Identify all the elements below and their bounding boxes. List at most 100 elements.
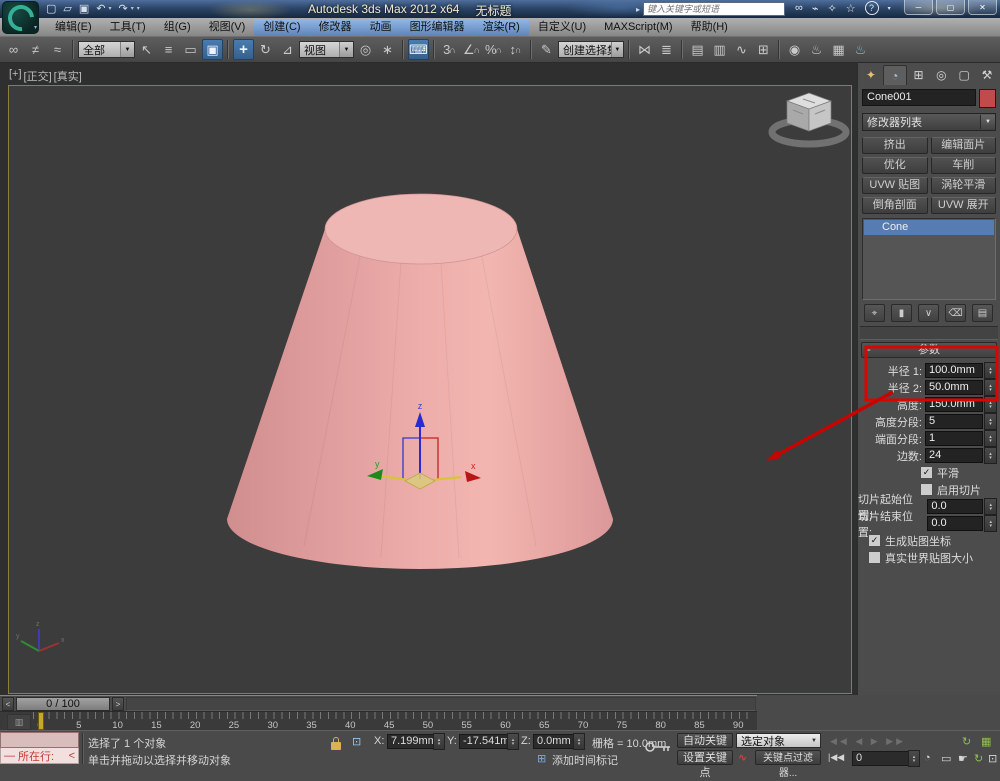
param-field[interactable]: 24 (925, 448, 983, 463)
menu-item[interactable]: 图形编辑器 (401, 19, 474, 36)
show-end-result-icon[interactable]: ▮ (891, 304, 912, 322)
angle-snap-toggle-icon[interactable]: ∠∩ (461, 39, 482, 60)
viewport-general-menu[interactable]: [+] (9, 68, 22, 84)
selection-lock-icon[interactable] (331, 742, 341, 750)
menu-item[interactable]: 动画 (361, 19, 401, 36)
y-spinner[interactable]: ▴▾ (507, 733, 519, 750)
menu-item[interactable]: 编辑(E) (46, 19, 101, 36)
menu-item[interactable]: 创建(C) (254, 19, 309, 36)
keyboard-shortcut-key-icon[interactable] (644, 740, 672, 754)
communication-center-icon[interactable]: ✧ (827, 2, 836, 15)
key-filters-button[interactable]: 关键点过滤器... (755, 750, 821, 765)
minimize-button[interactable]: ─ (904, 0, 933, 15)
param-spinner[interactable]: ▴▾ (984, 430, 997, 447)
toolbar-options-icon[interactable]: ▾ (137, 5, 140, 12)
z-coord-field[interactable]: 0.0mm (533, 734, 575, 749)
time-configuration-icon[interactable]: ◔ (924, 752, 931, 764)
rectangular-selection-region-icon[interactable]: ▭ (180, 39, 201, 60)
subscription-icon[interactable]: ⌁ (812, 2, 819, 15)
selection-filter-dropdown[interactable]: 全部 ▼ (78, 41, 135, 58)
collapse-icon[interactable]: - (867, 343, 871, 357)
help-icon[interactable]: ? (865, 1, 879, 15)
y-coord-field[interactable]: -17.541mm (459, 734, 509, 749)
parameters-rollout-header[interactable]: - 参数 (861, 342, 997, 358)
auto-key-button[interactable]: 自动关键点 (677, 733, 733, 748)
param-spinner[interactable]: ▴▾ (984, 379, 997, 396)
listener-white-pane[interactable]: — 所在行: < (0, 748, 79, 764)
modifier-shortcut-button[interactable]: 车削 (931, 157, 997, 174)
select-by-name-icon[interactable]: ≡ (158, 39, 179, 60)
set-keys-icon[interactable]: ∿ (738, 751, 747, 764)
param-field[interactable]: 100.0mm (925, 363, 983, 378)
menu-item[interactable]: 自定义(U) (529, 19, 595, 36)
select-and-rotate-icon[interactable]: ↻ (255, 39, 276, 60)
close-button[interactable]: ✕ (968, 0, 997, 15)
modifier-shortcut-button[interactable]: 挤出 (862, 137, 928, 154)
maxscript-mini-listener[interactable]: — 所在行: < (0, 732, 79, 766)
remove-modifier-icon[interactable]: ⌫ (945, 304, 966, 322)
absolute-mode-icon[interactable]: ⊡ (352, 735, 361, 748)
param-field[interactable]: 50.0mm (925, 380, 983, 395)
modifier-shortcut-button[interactable]: UVW 贴图 (862, 177, 928, 194)
checkbox[interactable]: ✓ (920, 466, 933, 479)
align-icon[interactable]: ≣ (656, 39, 677, 60)
param-spinner[interactable]: ▴▾ (984, 413, 997, 430)
param-field[interactable]: 0.0 (927, 499, 983, 514)
z-spinner[interactable]: ▴▾ (573, 733, 585, 750)
configure-modifier-sets-icon[interactable]: ▤ (972, 304, 993, 322)
modifier-shortcut-button[interactable]: 倒角剖面 (862, 197, 928, 214)
param-spinner[interactable]: ▴▾ (984, 362, 997, 379)
select-and-link-icon[interactable]: ∞ (3, 39, 24, 60)
tab-modify-icon[interactable]: ◔ (883, 65, 907, 85)
checkbox[interactable] (868, 551, 881, 564)
curve-editor-icon[interactable]: ∿ (731, 39, 752, 60)
search-input[interactable] (643, 2, 785, 16)
tab-utilities-icon[interactable]: ⚒ (976, 65, 998, 85)
modifier-shortcut-button[interactable]: 编辑面片 (931, 137, 997, 154)
modifier-stack[interactable]: Cone (862, 218, 996, 300)
favorites-star-icon[interactable]: ☆ (846, 2, 856, 15)
set-key-button[interactable]: 设置关键点 (677, 750, 733, 765)
menu-item[interactable]: 视图(V) (200, 19, 255, 36)
pan-hand-icon[interactable]: ☛ (958, 752, 968, 765)
zoom-extents-icon[interactable]: ↻ (962, 735, 971, 748)
rendered-frame-window-icon[interactable]: ▦ (828, 39, 849, 60)
use-pivot-point-center-icon[interactable]: ◎ (355, 39, 376, 60)
track-bar[interactable]: ▥ 051015202530354045505560657075808590 (0, 711, 757, 731)
render-setup-icon[interactable]: ♨ (806, 39, 827, 60)
x-spinner[interactable]: ▴▾ (433, 733, 445, 750)
menu-item[interactable]: MAXScript(M) (595, 19, 681, 36)
keyboard-shortcut-override-icon[interactable]: ⌨ (408, 39, 429, 60)
frame-spinner[interactable]: ▴▾ (908, 750, 920, 767)
viewport-canvas[interactable]: z y x z y x (8, 85, 852, 694)
schematic-view-icon[interactable]: ⊞ (753, 39, 774, 60)
select-object-icon[interactable]: ↖ (136, 39, 157, 60)
layer-manager-icon[interactable]: ▤ (687, 39, 708, 60)
window-crossing-toggle-icon[interactable]: ▣ (202, 39, 223, 60)
application-menu-button[interactable]: ▾ (2, 1, 39, 34)
make-unique-icon[interactable]: ∨ (918, 304, 939, 322)
select-and-scale-icon[interactable]: ⊿ (277, 39, 298, 60)
object-name-field[interactable]: Cone001 (862, 89, 976, 106)
menu-item[interactable]: 工具(T) (101, 19, 155, 36)
param-spinner[interactable]: ▴▾ (984, 515, 997, 532)
listener-pink-pane[interactable] (0, 732, 79, 748)
undo-icon[interactable]: ↶ (96, 2, 105, 15)
param-field[interactable]: 150.0mm (925, 397, 983, 412)
current-frame-marker[interactable] (38, 712, 44, 730)
open-file-icon[interactable]: ▱ (63, 2, 71, 15)
param-field[interactable]: 1 (925, 431, 983, 446)
chevron-down-icon[interactable]: ▼ (980, 115, 995, 129)
tab-display-icon[interactable]: ▢ (953, 65, 975, 85)
next-frame-button[interactable]: > (112, 697, 124, 711)
zoom-extents-all-icon[interactable]: ▦ (981, 735, 991, 748)
modifier-shortcut-button[interactable]: UVW 展开 (931, 197, 997, 214)
maximize-viewport-icon[interactable]: ⊡ (988, 752, 997, 765)
menu-item[interactable]: 帮助(H) (682, 19, 737, 36)
key-mode-dropdown[interactable]: 选定对象 ▼ (736, 733, 821, 748)
param-spinner[interactable]: ▴▾ (984, 498, 997, 515)
param-spinner[interactable]: ▴▾ (984, 396, 997, 413)
chevron-down-icon[interactable]: ▼ (339, 42, 353, 57)
reference-coordinate-dropdown[interactable]: 视图 ▼ (299, 41, 354, 58)
stack-item[interactable]: Cone (864, 220, 994, 235)
